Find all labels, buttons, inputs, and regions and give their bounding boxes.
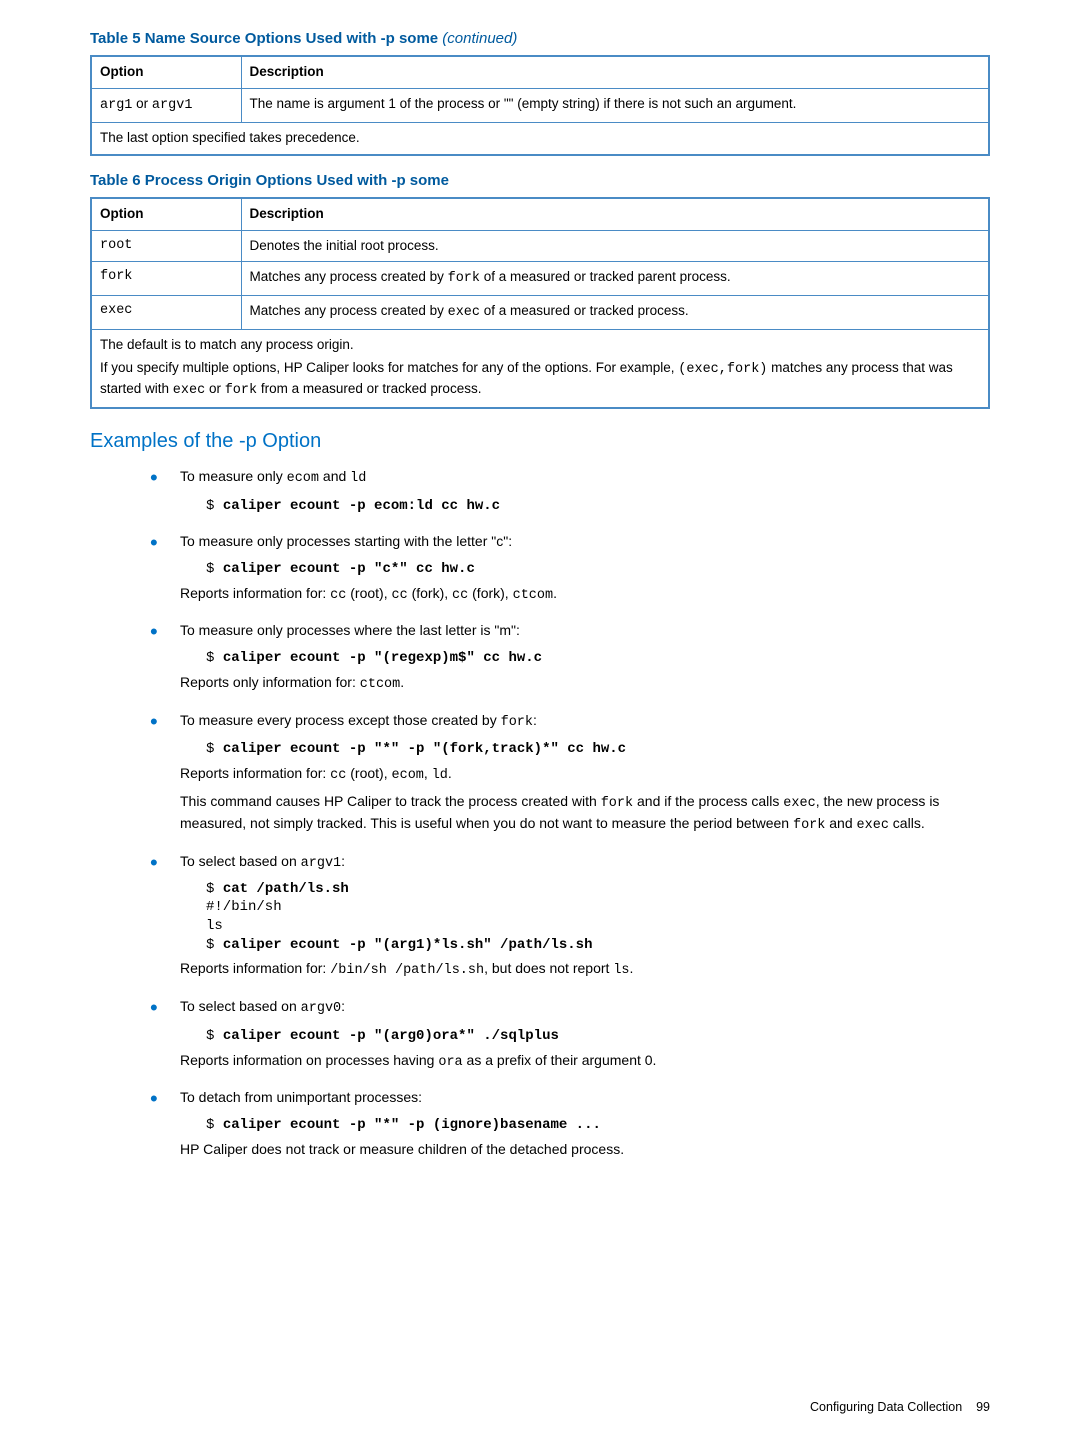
table6: Option Description root Denotes the init… xyxy=(90,197,990,409)
cell-footer: The last option specified takes preceden… xyxy=(91,122,989,154)
table-header-row: Option Description xyxy=(91,56,989,88)
list-item: To select based on argv0: $ caliper ecou… xyxy=(180,997,990,1072)
cell-description: Matches any process created by exec of a… xyxy=(241,296,989,330)
table-row: root Denotes the initial root process. xyxy=(91,230,989,262)
cell-footer: The default is to match any process orig… xyxy=(91,330,989,408)
cell-option: exec xyxy=(91,296,241,330)
list-item: To measure only processes where the last… xyxy=(180,621,990,694)
cell-option: root xyxy=(91,230,241,262)
page-footer: Configuring Data Collection 99 xyxy=(810,1399,990,1417)
section-heading: Examples of the -p Option xyxy=(90,427,990,455)
list-item: To measure only processes starting with … xyxy=(180,532,990,605)
table-row: fork Matches any process created by fork… xyxy=(91,262,989,296)
cell-description: Denotes the initial root process. xyxy=(241,230,989,262)
cell-option: fork xyxy=(91,262,241,296)
table5-title: Table 5 Name Source Options Used with -p… xyxy=(90,28,990,49)
table-row: exec Matches any process created by exec… xyxy=(91,296,989,330)
cell-description: The name is argument 1 of the process or… xyxy=(241,88,989,122)
list-item: To select based on argv1: $ cat /path/ls… xyxy=(180,852,990,981)
col-description: Description xyxy=(241,56,989,88)
cell-description: Matches any process created by fork of a… xyxy=(241,262,989,296)
list-item: To detach from unimportant processes: $ … xyxy=(180,1088,990,1159)
list-item: To measure every process except those cr… xyxy=(180,711,990,836)
col-option: Option xyxy=(91,56,241,88)
cell-option: arg1 or argv1 xyxy=(91,88,241,122)
table-row: arg1 or argv1 The name is argument 1 of … xyxy=(91,88,989,122)
col-option: Option xyxy=(91,198,241,230)
col-description: Description xyxy=(241,198,989,230)
examples-list: To measure only ecom and ld $ caliper ec… xyxy=(90,467,990,1159)
table6-title: Table 6 Process Origin Options Used with… xyxy=(90,170,990,191)
table-footer-row: The default is to match any process orig… xyxy=(91,330,989,408)
table5: Option Description arg1 or argv1 The nam… xyxy=(90,55,990,156)
table-footer-row: The last option specified takes preceden… xyxy=(91,122,989,154)
table-header-row: Option Description xyxy=(91,198,989,230)
list-item: To measure only ecom and ld $ caliper ec… xyxy=(180,467,990,516)
